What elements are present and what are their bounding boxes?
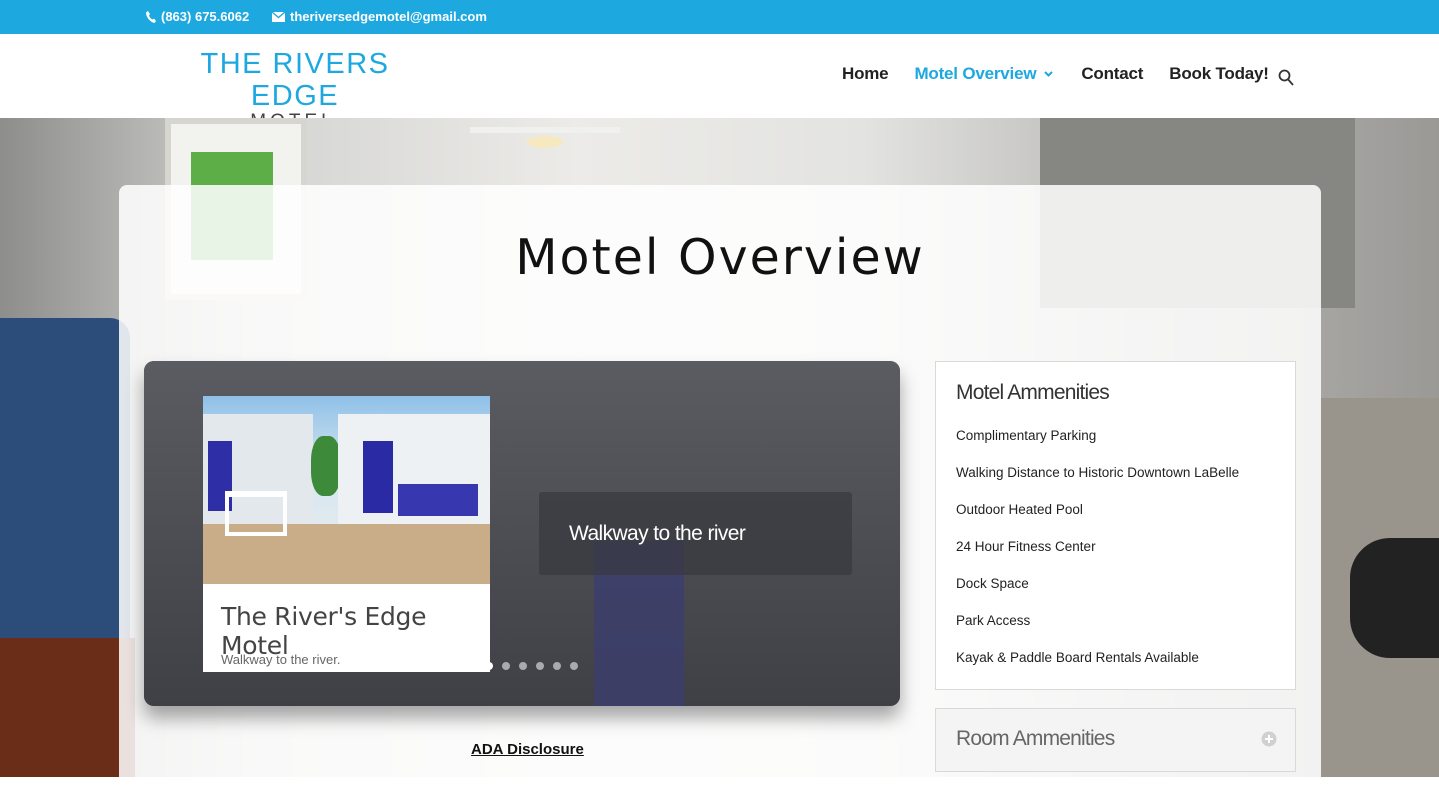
slider-dot[interactable] — [485, 662, 493, 670]
motel-amenities-list: Complimentary Parking Walking Distance t… — [956, 428, 1239, 687]
phone-link[interactable]: (863) 675.6062 — [146, 9, 249, 24]
motel-amenities-box: Motel Ammenities Complimentary Parking W… — [935, 361, 1296, 690]
sink-shape — [1350, 538, 1439, 658]
ceiling-fan-shape — [470, 127, 620, 148]
slider-dot[interactable] — [536, 662, 544, 670]
slider-dot[interactable] — [519, 662, 527, 670]
slide-image: The River's Edge Motel Walkway to the ri… — [203, 396, 490, 672]
nav-home[interactable]: Home — [842, 64, 889, 84]
slider-dot[interactable] — [553, 662, 561, 670]
slider-dot[interactable] — [570, 662, 578, 670]
nav-contact[interactable]: Contact — [1081, 64, 1143, 84]
slide-description-text: Walkway to the river — [569, 522, 746, 545]
nav-book-today[interactable]: Book Today! — [1169, 64, 1269, 84]
nav-motel-overview-label: Motel Overview — [914, 64, 1037, 83]
list-item: Park Access — [956, 613, 1031, 628]
list-item: Kayak & Paddle Board Rentals Available — [956, 650, 1199, 665]
table-shape — [0, 638, 135, 777]
slider-pagination — [485, 662, 578, 670]
site-header: THE RIVERS EDGE MOTEL Home Motel Overvie… — [0, 34, 1439, 132]
top-contact-bar: (863) 675.6062 theriversedgemotel@gmail.… — [0, 0, 1439, 34]
room-amenities-toggle[interactable]: Room Ammenities — [935, 708, 1296, 772]
slide-image-subtitle: Walkway to the river. — [221, 652, 341, 667]
envelope-icon — [272, 11, 285, 22]
logo-line-1: THE RIVERS EDGE — [200, 48, 390, 112]
slide-photo — [203, 396, 490, 584]
search-icon[interactable] — [1278, 69, 1294, 86]
list-item: Complimentary Parking — [956, 428, 1097, 443]
slider-dot[interactable] — [502, 662, 510, 670]
list-item: 24 Hour Fitness Center — [956, 539, 1096, 554]
phone-icon — [146, 10, 156, 23]
main-nav: Home Motel Overview Contact Book Today! — [842, 64, 1269, 84]
room-amenities-title: Room Ammenities — [956, 727, 1115, 750]
phone-number[interactable]: (863) 675.6062 — [161, 9, 249, 24]
nav-motel-overview[interactable]: Motel Overview — [914, 64, 1054, 84]
couch-shape — [0, 318, 130, 648]
email-address[interactable]: theriversedgemotel@gmail.com — [290, 9, 487, 24]
image-slider[interactable]: The River's Edge Motel Walkway to the ri… — [144, 361, 900, 706]
content-panel: Motel Overview The River's Edge Motel Wa… — [119, 185, 1321, 785]
list-item: Walking Distance to Historic Downtown La… — [956, 465, 1240, 480]
list-item: Outdoor Heated Pool — [956, 502, 1083, 517]
page-title: Motel Overview — [515, 229, 925, 286]
slide-description: Walkway to the river — [539, 492, 852, 575]
motel-amenities-title: Motel Ammenities — [956, 381, 1110, 404]
email-link[interactable]: theriversedgemotel@gmail.com — [272, 9, 487, 24]
plus-circle-icon[interactable] — [1261, 731, 1277, 747]
ada-disclosure-link[interactable]: ADA Disclosure — [471, 741, 584, 758]
list-item: Dock Space — [956, 576, 1029, 591]
chevron-down-icon — [1044, 71, 1054, 77]
